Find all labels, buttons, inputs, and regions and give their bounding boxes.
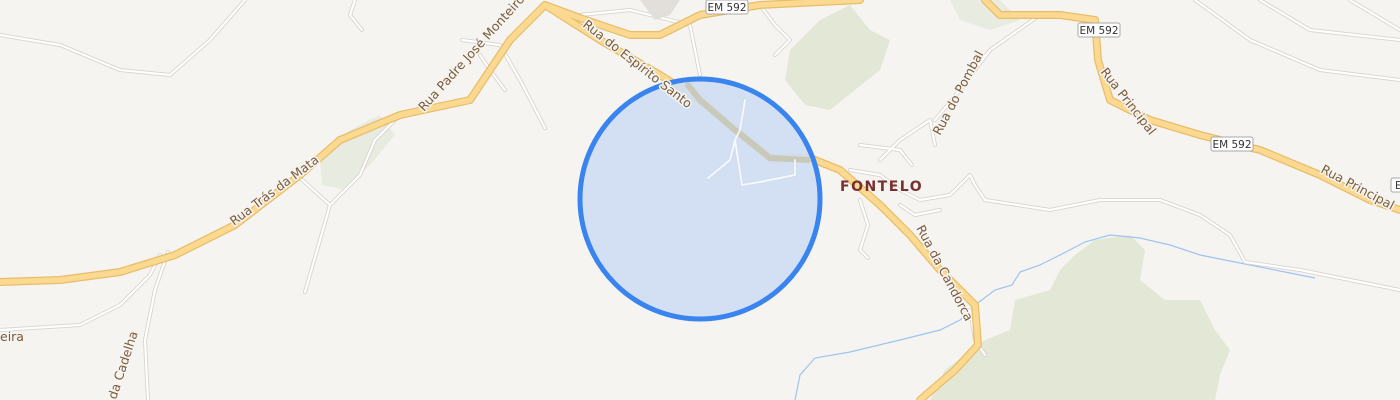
road-shield: EM 592 bbox=[1077, 22, 1121, 38]
street-label-espirito-santo: Rua do Espírito Santo bbox=[580, 17, 695, 111]
road-shield-label: EM 592 bbox=[707, 2, 746, 14]
street-label-principal: Rua Principal bbox=[1319, 161, 1398, 212]
road-shield-label: EM 592 bbox=[1079, 25, 1118, 37]
road-shield-label: E bbox=[1395, 180, 1400, 192]
map-canvas[interactable]: Rua Padre José Monteiro Rua Padre José M… bbox=[0, 0, 1400, 400]
street-label-do-pombal: Rua do Pombal bbox=[929, 48, 986, 137]
street-label-eira: eira bbox=[0, 329, 24, 344]
place-label-fontelo: FONTELO bbox=[840, 179, 923, 195]
road-shield: E bbox=[1390, 177, 1400, 193]
street-label-padre-jose-monteiro: Rua Padre José Monteiro bbox=[415, 0, 527, 114]
street-label-da-cadelha: da Cadelha bbox=[105, 329, 141, 400]
street-label-da-candorca: Rua da Candorca bbox=[913, 222, 976, 323]
street-label-tras-da-mata: Rua Trás da Mata bbox=[227, 152, 322, 229]
street-label-principal: Rua Principal bbox=[1098, 65, 1160, 138]
road-shield: EM 592 bbox=[1210, 136, 1254, 152]
road-shield-label: EM 592 bbox=[1212, 139, 1251, 151]
label-layer: Rua Padre José Monteiro Rua Padre José M… bbox=[0, 0, 1400, 400]
road-shield: EM 592 bbox=[705, 0, 749, 15]
